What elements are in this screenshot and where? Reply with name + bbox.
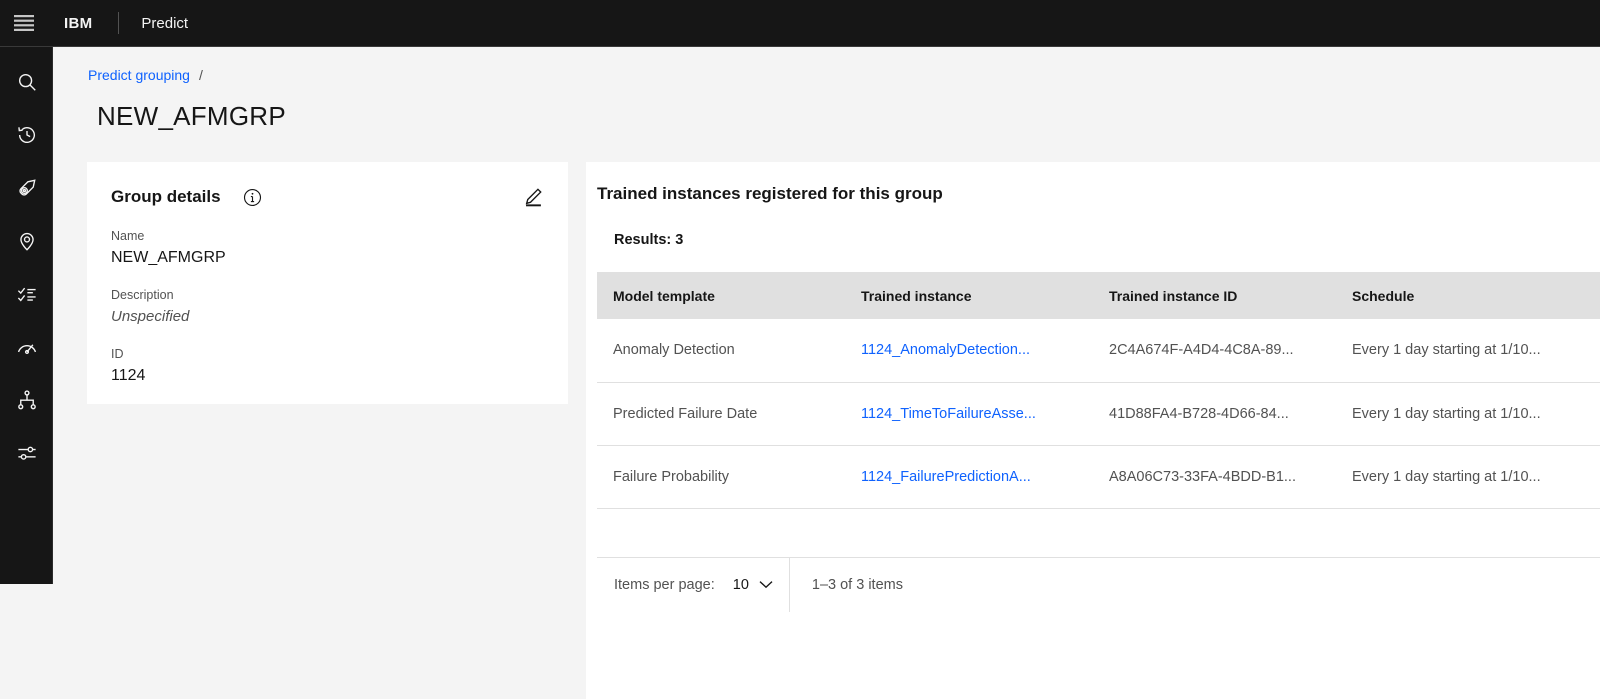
cell-trained-instance-id: 41D88FA4-B728-4D66-84... (1093, 382, 1336, 446)
column-header-trained-instance[interactable]: Trained instance (845, 272, 1093, 319)
results-count: Results: 3 (614, 232, 684, 248)
sidebar-item-groupings[interactable] (0, 373, 53, 426)
trained-instance-link[interactable]: 1124_FailurePredictionA... (861, 469, 1031, 485)
field-value: NEW_AFMGRP (111, 249, 226, 266)
cell-schedule: Every 1 day starting at 1/10... (1336, 382, 1600, 446)
items-per-page-label: Items per page: (614, 577, 715, 593)
table-header-row: Model template Trained instance Trained … (597, 272, 1600, 319)
column-header-trained-instance-id[interactable]: Trained instance ID (1093, 272, 1336, 319)
cell-trained-instance-id: A8A06C73-33FA-4BDD-B1... (1093, 445, 1336, 509)
panel-title: Trained instances registered for this gr… (597, 184, 943, 203)
sliders-icon (16, 442, 38, 464)
location-pin-icon (16, 230, 38, 252)
cell-model-template: Failure Probability (597, 445, 845, 509)
history-icon (16, 124, 38, 146)
trained-instance-link[interactable]: 1124_AnomalyDetection... (861, 342, 1030, 358)
column-header-model-template[interactable]: Model template (597, 272, 845, 319)
trained-instances-panel: Trained instances registered for this gr… (586, 162, 1600, 699)
brand-ibm[interactable]: IBM (64, 15, 92, 32)
field-label: Description (111, 288, 174, 302)
trained-instances-table: Model template Trained instance Trained … (597, 272, 1600, 509)
hamburger-menu-button[interactable] (0, 0, 48, 47)
table-body: Anomaly Detection 1124_AnomalyDetection.… (597, 319, 1600, 509)
field-value: 1124 (111, 367, 146, 384)
brand-divider (118, 12, 120, 34)
breadcrumb-separator: / (198, 67, 203, 83)
group-details-title: Group details (111, 187, 221, 206)
information-icon[interactable] (243, 188, 262, 207)
items-per-page-select[interactable]: 10 (733, 576, 773, 594)
table-row[interactable]: Failure Probability 1124_FailurePredicti… (597, 445, 1600, 509)
sidebar-item-locations[interactable] (0, 214, 53, 267)
field-label: ID (111, 347, 124, 361)
table-row[interactable]: Anomaly Detection 1124_AnomalyDetection.… (597, 319, 1600, 383)
main-content: Predict grouping / NEW_AFMGRP Group deta… (53, 47, 1600, 699)
cell-trained-instance-id: 2C4A674F-A4D4-4C8A-89... (1093, 319, 1336, 383)
field-name: Name NEW_AFMGRP (111, 228, 544, 269)
chevron-down-icon (759, 576, 773, 594)
sidebar-item-search[interactable] (0, 55, 53, 108)
cell-model-template: Anomaly Detection (597, 319, 845, 383)
cell-model-template: Predicted Failure Date (597, 382, 845, 446)
table-row[interactable]: Predicted Failure Date 1124_TimeToFailur… (597, 382, 1600, 446)
cell-schedule: Every 1 day starting at 1/10... (1336, 445, 1600, 509)
left-nav-rail (0, 47, 53, 584)
page-title: NEW_AFMGRP (97, 101, 286, 131)
trained-instance-link[interactable]: 1124_TimeToFailureAsse... (861, 406, 1036, 422)
field-value: Unspecified (111, 308, 190, 325)
field-label: Name (111, 229, 145, 243)
group-details-header: Group details (111, 184, 544, 210)
task-list-icon (16, 283, 38, 305)
app-header: IBM Predict (0, 0, 1600, 47)
sidebar-item-assets[interactable] (0, 161, 53, 214)
cell-schedule: Every 1 day starting at 1/10... (1336, 319, 1600, 383)
sidebar-item-settings[interactable] (0, 426, 53, 479)
cell-trained-instance: 1124_TimeToFailureAsse... (845, 382, 1093, 446)
sidebar-item-work-orders[interactable] (0, 267, 53, 320)
breadcrumb: Predict grouping / (88, 67, 203, 83)
breadcrumb-link-predict-grouping[interactable]: Predict grouping (88, 67, 190, 83)
column-header-schedule[interactable]: Schedule (1336, 272, 1600, 319)
field-id: ID 1124 (111, 346, 544, 387)
hamburger-menu-icon (13, 14, 35, 32)
items-per-page-value: 10 (732, 577, 749, 593)
pagination-bar: Items per page: 10 1–3 of 3 items (597, 557, 1600, 612)
hierarchy-icon (16, 389, 38, 411)
field-description: Description Unspecified (111, 287, 544, 328)
pagination-range-text: 1–3 of 3 items (811, 577, 903, 593)
sidebar-item-recently-viewed[interactable] (0, 108, 53, 161)
gauge-icon (16, 336, 38, 358)
sidebar-item-meters[interactable] (0, 320, 53, 373)
search-icon (16, 71, 38, 93)
table-header: Model template Trained instance Trained … (597, 272, 1600, 319)
cell-trained-instance: 1124_AnomalyDetection... (845, 319, 1093, 383)
edit-pencil-icon[interactable] (522, 186, 544, 208)
items-per-page-group: Items per page: 10 (597, 558, 790, 612)
group-details-card: Group details Name NEW_AFMGRP Descriptio… (87, 162, 568, 404)
app-name[interactable]: Predict (141, 15, 188, 32)
cell-trained-instance: 1124_FailurePredictionA... (845, 445, 1093, 509)
asset-tag-icon (16, 177, 38, 199)
